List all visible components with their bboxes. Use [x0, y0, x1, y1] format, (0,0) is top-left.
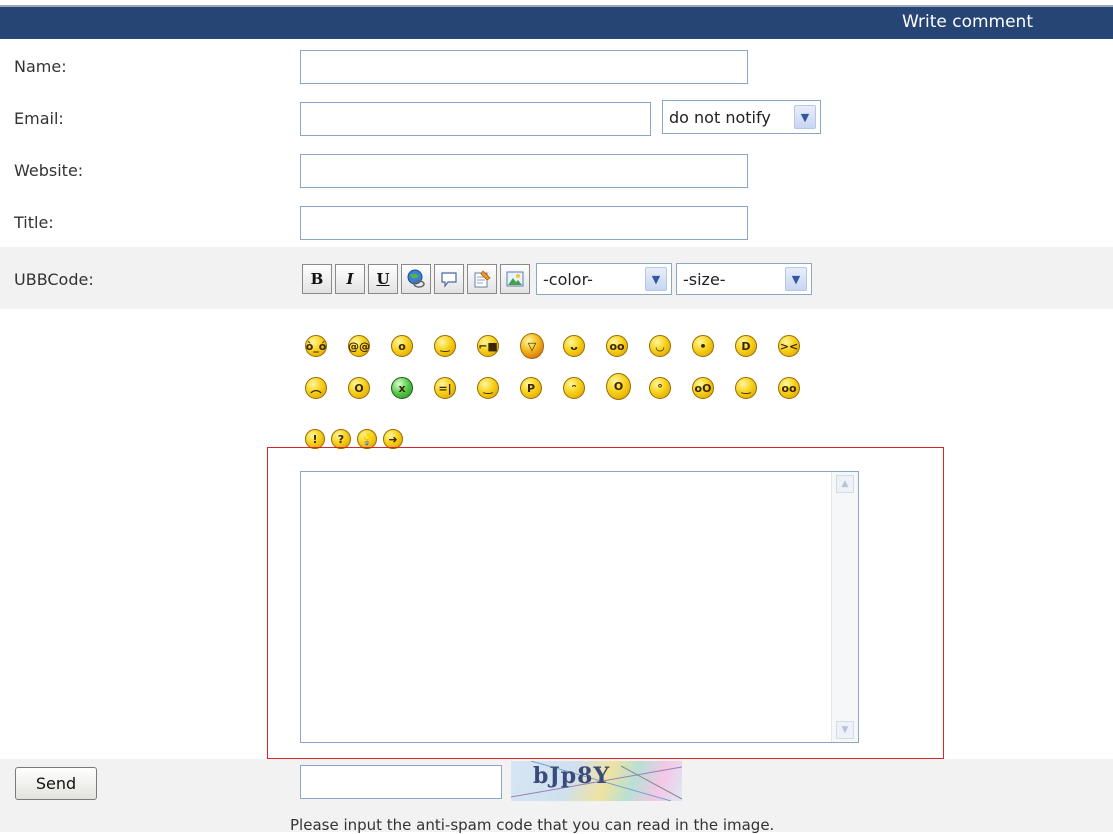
smiley-thinking-icon[interactable]: oO	[692, 377, 714, 399]
exclamation-icon[interactable]: !	[305, 429, 325, 449]
comment-header-bar: Write comment	[0, 5, 1113, 39]
smiley-scream-icon[interactable]: Ο	[606, 373, 631, 400]
email-label: Email:	[14, 109, 64, 128]
smiley-dizzy-icon[interactable]: @@	[348, 335, 370, 357]
ubbcode-row: UBBCode: B I U -color- ▼ -size- ▼	[0, 247, 1113, 309]
smiley-smirk-icon[interactable]: ‿	[735, 377, 757, 399]
question-icon[interactable]: ?	[331, 429, 351, 449]
smiley-cool-icon[interactable]: ⌐■	[477, 335, 499, 357]
color-select[interactable]: -color- ▼	[536, 263, 672, 295]
captcha-image: bJp8Y	[511, 761, 682, 801]
italic-icon: I	[346, 270, 354, 288]
color-select-value: -color-	[543, 269, 593, 289]
notify-select[interactable]: do not notify ▼	[662, 100, 821, 134]
smiley-kiss-icon[interactable]: •	[692, 335, 714, 357]
captcha-code: bJp8Y	[533, 763, 611, 789]
size-select-value: -size-	[683, 269, 726, 289]
smiley-angry-icon[interactable]: ò_ó	[305, 335, 327, 357]
notify-select-value: do not notify	[669, 107, 771, 127]
globe-link-icon	[407, 269, 425, 288]
insert-image-button[interactable]	[500, 264, 530, 294]
chevron-down-icon: ▼	[785, 267, 807, 291]
bold-icon: B	[310, 270, 324, 288]
smiley-wink-tongue-icon[interactable]: ᵔ	[563, 377, 585, 399]
name-row: Name:	[0, 39, 1113, 91]
captcha-input[interactable]	[300, 765, 502, 799]
send-button[interactable]: Send	[15, 767, 97, 800]
underline-icon: U	[376, 270, 390, 288]
insert-link-button[interactable]	[401, 264, 431, 294]
captcha-hint: Please input the anti-spam code that you…	[290, 816, 775, 834]
smiley-devil-icon[interactable]: ▽	[520, 333, 544, 359]
email-field[interactable]	[300, 102, 651, 136]
smiley-closed-eyes-icon[interactable]: ><	[778, 335, 800, 357]
smiley-happy-icon[interactable]: ‿	[434, 335, 456, 357]
website-label: Website:	[14, 161, 84, 180]
title-field[interactable]	[300, 206, 748, 240]
smilies-row-1: ò_ó @@ o ‿ ⌐■ ▽ ᴗ oo ◡ • D ><	[300, 330, 820, 370]
smiley-embarrassed-icon[interactable]: ᴗ	[563, 335, 585, 357]
insert-code-button[interactable]	[467, 264, 497, 294]
smiley-shocked-icon[interactable]: O	[348, 377, 370, 399]
smiley-confused-icon[interactable]: oo	[778, 377, 800, 399]
speech-bubble-icon	[441, 272, 457, 288]
smiley-laugh-icon[interactable]: D	[735, 335, 757, 357]
smiley-eyes-icon[interactable]: oo	[606, 335, 628, 357]
smilies-panel: ò_ó @@ o ‿ ⌐■ ▽ ᴗ oo ◡ • D >< ︵ O x =| ‿…	[300, 330, 820, 458]
chevron-down-icon: ▼	[794, 105, 816, 129]
highlight-box	[267, 447, 944, 759]
smilies-row-2: ︵ O x =| ‿ P ᵔ Ο ° oO ‿ oo	[300, 370, 820, 410]
italic-button[interactable]: I	[335, 264, 365, 294]
ubbcode-label: UBBCode:	[14, 270, 94, 289]
smiley-worried-icon[interactable]: °	[649, 377, 671, 399]
name-label: Name:	[14, 57, 67, 76]
smiley-sad-icon[interactable]: ︵	[305, 377, 327, 399]
insert-image-icon	[506, 271, 524, 287]
website-row: Website:	[0, 143, 1113, 195]
smiley-sick-icon[interactable]: x	[391, 377, 413, 399]
website-field[interactable]	[300, 154, 748, 188]
edit-document-icon	[474, 270, 491, 288]
arrow-right-icon[interactable]: ➜	[383, 429, 403, 449]
smiley-tongue-icon[interactable]: P	[520, 377, 542, 399]
size-select[interactable]: -size- ▼	[676, 263, 812, 295]
smiley-smile-icon[interactable]: ‿	[477, 377, 499, 399]
bold-button[interactable]: B	[302, 264, 332, 294]
header-title: Write comment	[901, 12, 1033, 32]
smiley-surprised-icon[interactable]: o	[391, 335, 413, 357]
smiley-grin-icon[interactable]: ◡	[649, 335, 671, 357]
ubbcode-toolbar: B I U -color- ▼ -size- ▼	[302, 263, 902, 295]
underline-button[interactable]: U	[368, 264, 398, 294]
insert-quote-button[interactable]	[434, 264, 464, 294]
name-field[interactable]	[300, 50, 748, 84]
title-row: Title:	[0, 195, 1113, 247]
smiley-straight-icon[interactable]: =|	[434, 377, 456, 399]
lightbulb-icon[interactable]: 💡	[357, 429, 377, 449]
title-label: Title:	[14, 213, 54, 232]
chevron-down-icon: ▼	[645, 267, 667, 291]
email-row: Email: do not notify ▼	[0, 91, 1113, 143]
